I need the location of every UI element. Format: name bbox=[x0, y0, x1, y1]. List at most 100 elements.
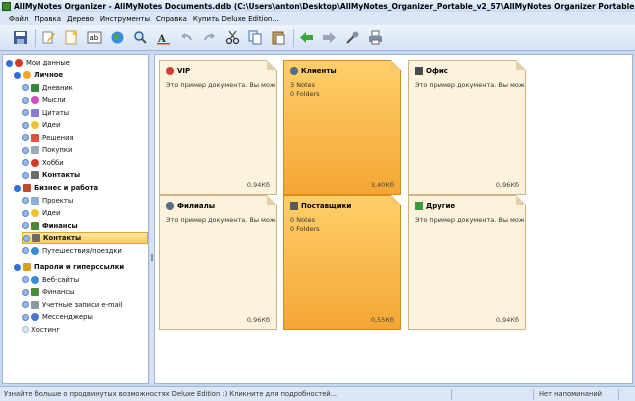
expander-icon[interactable] bbox=[22, 288, 29, 296]
tree-item-ideas[interactable]: Идеи bbox=[22, 119, 60, 131]
note-card-suppliers[interactable]: Поставщики 0 Notes 0 Folders 0,55Кб bbox=[283, 195, 401, 330]
note-fold bbox=[516, 195, 526, 205]
expander-icon[interactable] bbox=[22, 222, 29, 230]
print-icon[interactable] bbox=[367, 29, 384, 46]
tree-item-projects[interactable]: Проекты bbox=[22, 195, 73, 207]
expander-icon[interactable] bbox=[6, 59, 13, 67]
expander-icon[interactable] bbox=[22, 121, 29, 129]
contacts-icon bbox=[32, 234, 40, 243]
tree-item-diary[interactable]: Дневник bbox=[22, 82, 73, 94]
tree-item-quotes[interactable]: Цитаты bbox=[22, 107, 69, 119]
back-icon[interactable] bbox=[298, 29, 315, 46]
thought-icon bbox=[31, 96, 39, 105]
copy-icon[interactable] bbox=[247, 29, 264, 46]
search-icon[interactable] bbox=[132, 29, 149, 46]
hobby-icon bbox=[31, 158, 39, 167]
note-fold bbox=[516, 60, 526, 70]
tree-item-business-ideas[interactable]: Идеи bbox=[22, 207, 60, 219]
menu-file[interactable]: Файл bbox=[9, 15, 28, 23]
tools-icon[interactable] bbox=[344, 29, 361, 46]
flag-icon bbox=[415, 202, 423, 210]
toolbar-separator bbox=[293, 28, 294, 47]
money-icon bbox=[31, 221, 39, 230]
expander-icon[interactable] bbox=[22, 84, 29, 92]
messenger-icon bbox=[31, 313, 39, 322]
note-size: 0,94Кб bbox=[495, 316, 519, 324]
tree-item-passwords[interactable]: Пароли и гиперссылки bbox=[14, 261, 124, 273]
globe-icon[interactable] bbox=[109, 29, 126, 46]
new-note-icon[interactable] bbox=[63, 29, 80, 46]
tree-item-messengers[interactable]: Мессенджеры bbox=[22, 311, 93, 323]
status-message[interactable]: Узнайте больше о продвинутых возможностя… bbox=[0, 388, 452, 400]
tree-item-decisions[interactable]: Решения bbox=[22, 132, 74, 144]
note-card-others[interactable]: Другие Это пример документа. Вы можете 0… bbox=[408, 195, 526, 330]
redo-icon[interactable] bbox=[201, 29, 218, 46]
expander-icon[interactable] bbox=[22, 313, 29, 321]
splitter-grip[interactable] bbox=[151, 254, 153, 261]
project-icon bbox=[31, 196, 39, 205]
forward-icon[interactable] bbox=[321, 29, 338, 46]
tree-item-email-accounts[interactable]: Учетные записи e-mail bbox=[22, 299, 123, 311]
note-card-office[interactable]: Офис Это пример документа. Вы можете 0,9… bbox=[408, 60, 526, 195]
note-card-vip[interactable]: VIP Это пример документа. Вы можете 0,94… bbox=[159, 60, 277, 195]
note-size: 0,96Кб bbox=[246, 316, 270, 324]
note-title: Поставщики bbox=[301, 202, 352, 210]
tree-item-contacts-business[interactable]: Контакты bbox=[22, 232, 148, 245]
note-body: Это пример документа. Вы можете bbox=[415, 216, 525, 224]
note-card-clients[interactable]: Клиенты 3 Notes 0 Folders 3,40Кб bbox=[283, 60, 401, 195]
expander-icon[interactable] bbox=[22, 96, 29, 104]
paste-icon[interactable] bbox=[270, 29, 287, 46]
tree-item-business[interactable]: Бизнес и работа bbox=[14, 182, 98, 194]
expander-icon[interactable] bbox=[22, 159, 29, 167]
tree-item-hobby[interactable]: Хобби bbox=[22, 157, 64, 169]
tree-item-contacts-personal[interactable]: Контакты bbox=[22, 169, 80, 181]
menu-tools[interactable]: Инструменты bbox=[100, 15, 150, 23]
edit-icon[interactable] bbox=[40, 29, 57, 46]
tree-panel: Мои данные Личное Дневник Мысли Цитаты И… bbox=[2, 54, 149, 384]
tree-item-personal[interactable]: Личное bbox=[14, 69, 63, 81]
expander-icon[interactable] bbox=[22, 171, 29, 179]
expander-icon[interactable] bbox=[22, 197, 29, 205]
expander-icon[interactable] bbox=[22, 109, 29, 117]
note-card-branches[interactable]: Филиалы Это пример документа. Вы можете … bbox=[159, 195, 277, 330]
menu-help[interactable]: Справка bbox=[156, 15, 187, 23]
expander-icon[interactable] bbox=[22, 276, 29, 284]
expander-icon[interactable] bbox=[14, 263, 21, 271]
font-icon[interactable]: A bbox=[155, 29, 172, 46]
menu-edit[interactable]: Правка bbox=[34, 15, 61, 23]
expander-icon[interactable] bbox=[22, 146, 29, 154]
note-fold bbox=[267, 195, 277, 205]
menu-tree[interactable]: Дерево bbox=[67, 15, 94, 23]
expander-icon[interactable] bbox=[22, 247, 29, 255]
folder-icon bbox=[15, 59, 23, 68]
expander-icon[interactable] bbox=[14, 184, 21, 192]
expander-icon[interactable] bbox=[22, 134, 29, 142]
menu-bar: Файл Правка Дерево Инструменты Справка К… bbox=[0, 12, 635, 25]
tree-item-finance[interactable]: Финансы bbox=[22, 220, 78, 232]
status-bar: Узнайте больше о продвинутых возможностя… bbox=[0, 386, 635, 401]
expander-icon[interactable] bbox=[22, 326, 29, 334]
note-body: Это пример документа. Вы можете bbox=[166, 216, 276, 224]
tree-item-thoughts[interactable]: Мысли bbox=[22, 94, 66, 106]
title-bar: AllMyNotes Organizer - AllMyNotes Docume… bbox=[0, 0, 635, 12]
expander-icon[interactable] bbox=[14, 71, 21, 79]
tree-item-my-data[interactable]: Мои данные bbox=[6, 57, 70, 69]
cut-icon[interactable] bbox=[224, 29, 241, 46]
expander-icon[interactable] bbox=[22, 209, 29, 217]
note-body: 3 Notes 0 Folders bbox=[290, 81, 320, 98]
note-title: Филиалы bbox=[177, 202, 216, 210]
expander-icon[interactable] bbox=[23, 234, 30, 242]
tree-item-travel[interactable]: Путешествия/поездки bbox=[22, 245, 122, 257]
spellcheck-icon[interactable]: ab bbox=[86, 29, 103, 46]
menu-buy-deluxe[interactable]: Купить Deluxe Edition... bbox=[193, 15, 279, 23]
expander-icon[interactable] bbox=[22, 301, 29, 309]
money-icon bbox=[31, 288, 39, 297]
tree-item-shopping[interactable]: Покупки bbox=[22, 144, 72, 156]
save-icon[interactable] bbox=[12, 29, 29, 46]
tree-item-websites[interactable]: Веб-сайты bbox=[22, 274, 79, 286]
undo-icon[interactable] bbox=[178, 29, 195, 46]
tree-item-finance-passwords[interactable]: Финансы bbox=[22, 286, 74, 298]
book-icon bbox=[31, 83, 39, 92]
tree-item-hosting[interactable]: Хостинг bbox=[22, 324, 60, 336]
smiley-icon bbox=[23, 71, 31, 80]
